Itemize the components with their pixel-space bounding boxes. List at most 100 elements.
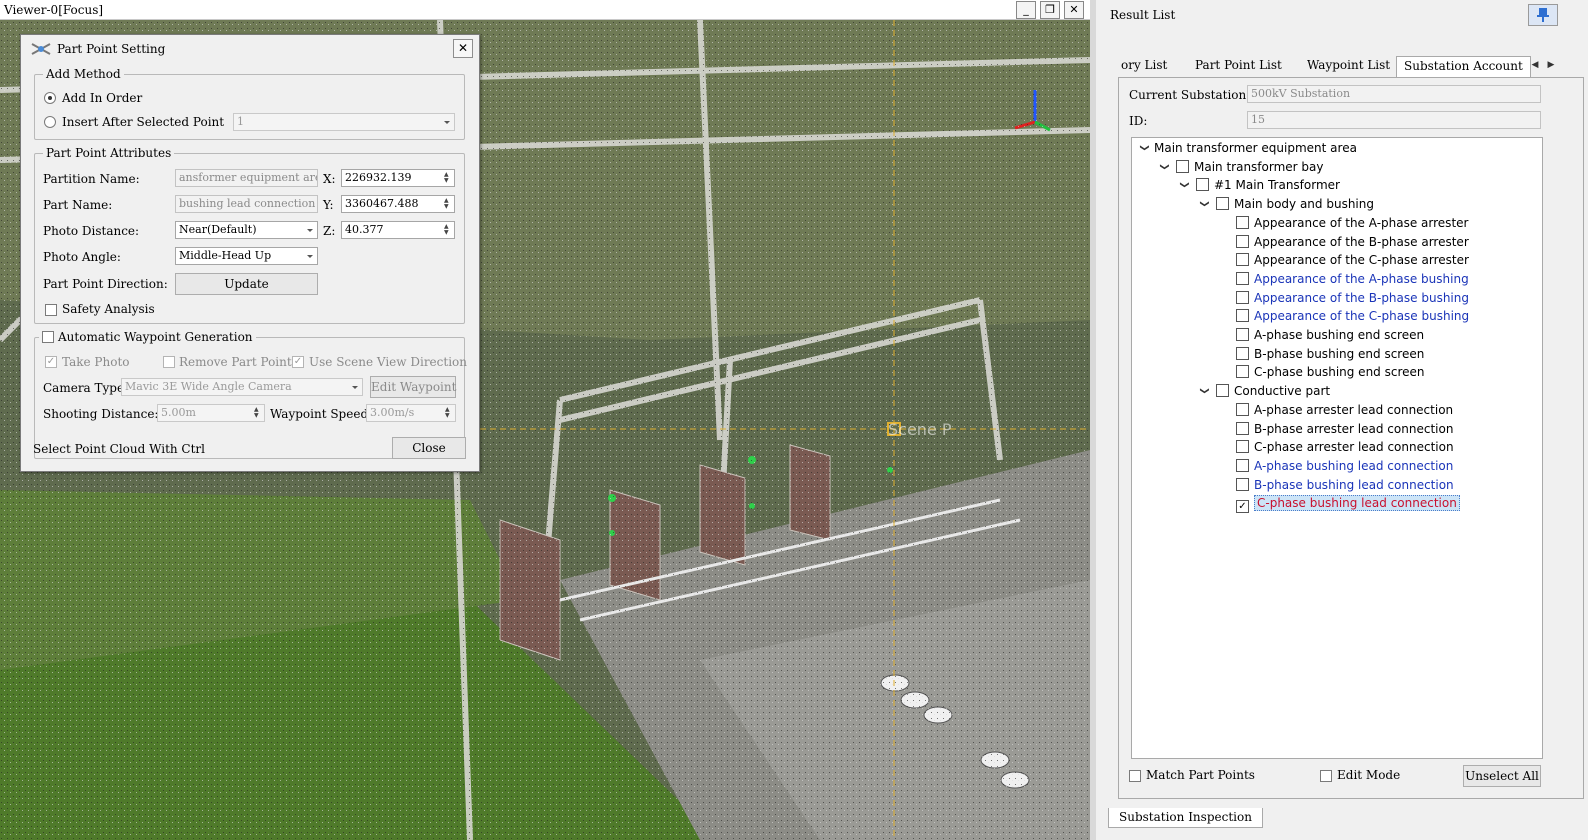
shooting-distance-spinbox[interactable]: 5.00m ▲ ▼ — [157, 404, 265, 422]
tree-item[interactable]: B-phase arrester lead connection — [1218, 420, 1453, 438]
take-photo-checkbox[interactable]: ✓ — [45, 356, 57, 368]
remove-part-point-checkbox[interactable] — [163, 356, 175, 368]
tree-item[interactable]: C-phase bushing end screen — [1218, 363, 1425, 381]
tree-item-checkbox[interactable] — [1236, 421, 1249, 435]
spin-arrows-icon[interactable]: ▲ ▼ — [444, 172, 452, 184]
tree-item[interactable]: ❯ Main transformer bay — [1158, 158, 1324, 176]
add-in-order-label: Add In Order — [62, 91, 143, 105]
current-substation-field[interactable]: 500kV Substation — [1247, 85, 1541, 103]
spin-arrows-icon[interactable]: ▲ ▼ — [444, 224, 452, 236]
tree-item[interactable]: ✓ C-phase bushing lead connection — [1218, 494, 1460, 514]
id-field[interactable]: 15 — [1247, 111, 1541, 129]
tree-item[interactable]: Appearance of the C-phase arrester — [1218, 251, 1469, 269]
chevron-down-icon[interactable]: ❯ — [1175, 181, 1193, 193]
insert-after-label: Insert After Selected Point — [62, 115, 225, 129]
tree-item-checkbox[interactable] — [1176, 159, 1189, 173]
chevron-down-icon — [352, 386, 358, 389]
tree-item-checkbox[interactable] — [1236, 234, 1249, 248]
tree-item[interactable]: ❯ Conductive part — [1198, 382, 1330, 400]
tree-item[interactable]: Appearance of the A-phase bushing — [1218, 270, 1469, 288]
edit-waypoint-button[interactable]: Edit Waypoint — [370, 376, 456, 398]
y-value: 3360467.488 — [345, 197, 419, 210]
tree-item-checkbox[interactable] — [1236, 271, 1249, 285]
dialog-close-icon[interactable]: ✕ — [453, 39, 473, 58]
update-button[interactable]: Update — [175, 273, 318, 295]
tree-item[interactable]: B-phase bushing end screen — [1218, 345, 1424, 363]
tree-item-checkbox[interactable] — [1216, 197, 1229, 211]
edit-mode-checkbox[interactable] — [1320, 770, 1332, 782]
part-name-field[interactable]: bushing lead connection — [175, 195, 318, 213]
match-part-points-checkbox[interactable] — [1129, 770, 1141, 782]
pin-button[interactable] — [1528, 4, 1558, 26]
tree-item-checkbox[interactable] — [1236, 477, 1249, 491]
chevron-down-icon[interactable]: ❯ — [1135, 144, 1153, 156]
tab-waypoint-list[interactable]: Waypoint List — [1300, 56, 1397, 76]
tree-item[interactable]: B-phase bushing lead connection — [1218, 476, 1454, 494]
safety-analysis-checkbox[interactable] — [45, 304, 57, 316]
partition-name-field[interactable]: ansformer equipment area — [175, 169, 318, 187]
tree-item[interactable]: Appearance of the A-phase arrester — [1218, 214, 1468, 232]
equipment-tree[interactable]: ❯ Main transformer equipment area ❯ Main tr… — [1131, 137, 1543, 759]
tree-item-checkbox[interactable]: ✓ — [1236, 500, 1249, 514]
camera-type-select[interactable]: Mavic 3E Wide Angle Camera — [121, 378, 363, 396]
tab-part-point-list[interactable]: Part Point List — [1188, 56, 1289, 76]
tree-item[interactable]: ❯ Main transformer equipment area — [1138, 139, 1357, 157]
waypoint-speed-spinbox[interactable]: 3.00m/s ▲ ▼ — [366, 404, 456, 422]
add-method-title: Add Method — [43, 67, 124, 81]
tab-scroll-right-icon[interactable]: ▶ — [1544, 57, 1558, 73]
unselect-all-button[interactable]: Unselect All — [1463, 765, 1541, 787]
tree-item-checkbox[interactable] — [1236, 215, 1249, 229]
tree-item-checkbox[interactable] — [1236, 440, 1249, 454]
tree-item[interactable]: A-phase bushing lead connection — [1218, 457, 1453, 475]
y-label: Y: — [323, 198, 334, 212]
tree-item-checkbox[interactable] — [1196, 178, 1209, 192]
tab-substation-inspection[interactable]: Substation Inspection — [1108, 808, 1263, 828]
tree-item-checkbox[interactable] — [1236, 253, 1249, 267]
tree-item[interactable]: ❯ #1 Main Transformer — [1178, 176, 1340, 194]
tree-item[interactable]: Appearance of the B-phase arrester — [1218, 233, 1469, 251]
tree-item[interactable]: A-phase arrester lead connection — [1218, 401, 1453, 419]
tree-item[interactable]: ❯ Main body and bushing — [1198, 195, 1374, 213]
tab-scroll-left-icon[interactable]: ◀ — [1528, 57, 1542, 73]
y-spinbox[interactable]: 3360467.488 ▲ ▼ — [341, 195, 455, 213]
photo-distance-label: Photo Distance: — [43, 224, 140, 238]
spin-arrows-icon[interactable]: ▲ ▼ — [445, 407, 453, 419]
photo-angle-select[interactable]: Middle-Head Up — [175, 247, 318, 265]
add-in-order-radio[interactable] — [44, 92, 56, 104]
tab-substation-account[interactable]: Substation Account — [1396, 56, 1531, 77]
tree-item-checkbox[interactable] — [1236, 309, 1249, 323]
tree-item-label: Appearance of the B-phase arrester — [1254, 234, 1469, 249]
spin-arrows-icon[interactable]: ▲ ▼ — [444, 198, 452, 210]
waypoint-generation-checkbox[interactable] — [42, 331, 54, 343]
tree-item-checkbox[interactable] — [1236, 328, 1249, 341]
chevron-down-icon[interactable]: ❯ — [1195, 200, 1213, 212]
photo-distance-select[interactable]: Near(Default) — [175, 221, 318, 239]
z-spinbox[interactable]: 40.377 ▲ ▼ — [341, 221, 455, 239]
tree-item-checkbox[interactable] — [1236, 365, 1249, 379]
close-viewer-button[interactable]: ✕ — [1064, 1, 1084, 19]
x-spinbox[interactable]: 226932.139 ▲ ▼ — [341, 169, 455, 187]
tab-category-list[interactable]: ory List — [1114, 56, 1174, 76]
tree-item-checkbox[interactable] — [1236, 346, 1249, 360]
use-scene-view-checkbox[interactable]: ✓ — [292, 356, 304, 368]
chevron-down-icon[interactable]: ❯ — [1195, 387, 1213, 399]
tree-item-checkbox[interactable] — [1236, 458, 1249, 472]
part-point-attributes-group: Part Point Attributes Partition Name: an… — [34, 146, 465, 324]
minimize-button[interactable]: _ — [1016, 1, 1036, 19]
tree-item[interactable]: A-phase bushing end screen — [1218, 326, 1424, 344]
panel-title: Result List — [1110, 8, 1176, 22]
tree-item[interactable]: Appearance of the C-phase bushing — [1218, 307, 1469, 325]
insert-after-radio[interactable] — [44, 116, 56, 128]
tree-item-checkbox[interactable] — [1216, 384, 1229, 398]
viewer-titlebar: Viewer-0[Focus] _ ❐ ✕ — [0, 0, 1090, 20]
insert-after-select[interactable]: 1 — [233, 113, 455, 131]
chevron-down-icon[interactable]: ❯ — [1155, 163, 1173, 175]
close-button[interactable]: Close — [392, 437, 466, 459]
tree-item-checkbox[interactable] — [1236, 402, 1249, 416]
tree-item-checkbox[interactable] — [1236, 290, 1249, 304]
tree-item[interactable]: Appearance of the B-phase bushing — [1218, 289, 1469, 307]
restore-button[interactable]: ❐ — [1040, 1, 1060, 19]
tree-item[interactable]: C-phase arrester lead connection — [1218, 438, 1454, 456]
match-part-points-label: Match Part Points — [1146, 768, 1255, 782]
spin-arrows-icon[interactable]: ▲ ▼ — [254, 407, 262, 419]
